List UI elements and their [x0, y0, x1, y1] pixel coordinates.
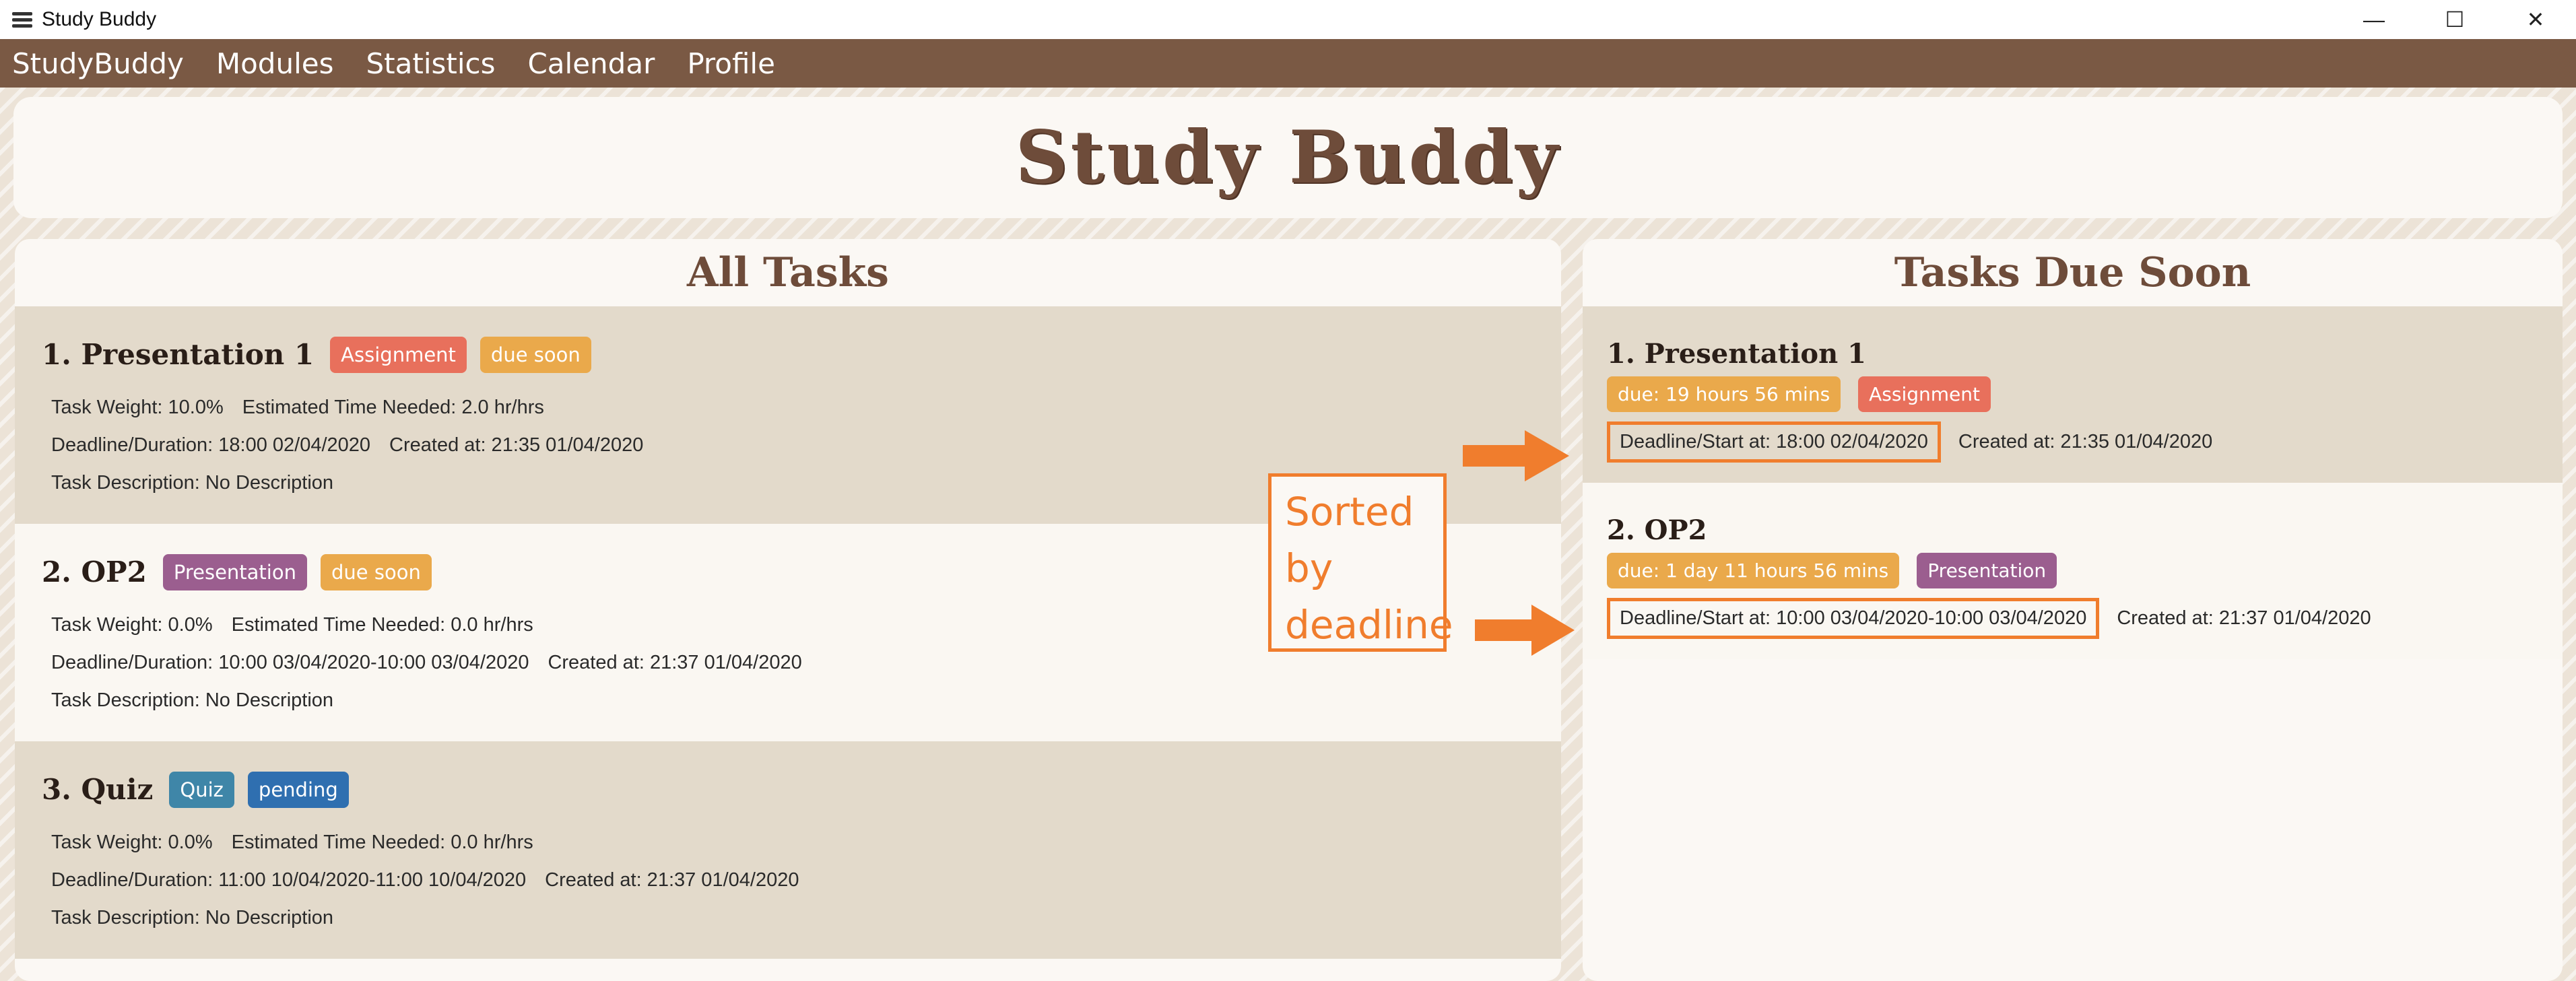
due-countdown-badge: due: 1 day 11 hours 56 mins [1607, 553, 1900, 588]
menu-bar: StudyBuddy Modules Statistics Calendar P… [0, 39, 2576, 88]
task-estimate: Estimated Time Needed: 0.0 hr/hrs [231, 614, 533, 636]
task-details: Task Weight: 0.0% Estimated Time Needed: … [42, 815, 1561, 937]
task-title-row: 1. Presentation 1 Assignment due soon [42, 306, 1561, 380]
menu-statistics[interactable]: Statistics [366, 47, 495, 80]
menu-modules[interactable]: Modules [216, 47, 334, 80]
task-title: 3. Quiz [42, 773, 154, 806]
due-soon-heading: Tasks Due Soon [1894, 249, 2251, 296]
header-card: Study Buddy [13, 97, 2563, 218]
task-card[interactable]: 3. Quiz Quiz pending Task Weight: 0.0% Es… [15, 741, 1561, 959]
menu-calendar[interactable]: Calendar [527, 47, 655, 80]
task-title-row: 2. OP2 [1607, 483, 2563, 550]
task-deadline-highlighted: Deadline/Start at: 10:00 03/04/2020-10:0… [1607, 598, 2100, 639]
task-estimate: Estimated Time Needed: 0.0 hr/hrs [231, 832, 533, 853]
due-soon-panel: Tasks Due Soon 1. Presentation 1 due: 19… [1583, 239, 2563, 981]
tag-badge: Assignment [330, 336, 467, 373]
due-task-card[interactable]: 2. OP2 due: 1 day 11 hours 56 mins Prese… [1583, 483, 2563, 659]
window-titlebar: Study Buddy — ☐ ✕ [0, 0, 2576, 39]
tag-badge: Assignment [1858, 376, 1991, 412]
badges-row: due: 19 hours 56 mins Assignment [1607, 376, 2563, 412]
window-title: Study Buddy [42, 8, 157, 30]
task-weight: Task Weight: 0.0% [51, 614, 213, 636]
task-title: 1. Presentation 1 [42, 338, 315, 371]
window-controls: — ☐ ✕ [2334, 0, 2576, 39]
annotation-arrow-icon [1463, 430, 1569, 481]
due-countdown-badge: due: 19 hours 56 mins [1607, 376, 1841, 412]
minimize-button[interactable]: — [2334, 0, 2414, 39]
task-created: Created at: 21:37 01/04/2020 [2117, 607, 2371, 629]
task-estimate: Estimated Time Needed: 2.0 hr/hrs [242, 397, 544, 418]
close-button[interactable]: ✕ [2495, 0, 2576, 39]
task-title: 2. OP2 [1607, 514, 1707, 546]
annotation-text: by [1285, 545, 1333, 591]
task-deadline: Deadline/Duration: 10:00 03/04/2020-10:0… [51, 652, 529, 673]
due-task-card[interactable]: 1. Presentation 1 due: 19 hours 56 mins … [1583, 306, 2563, 483]
tag-badge: Presentation [162, 553, 307, 590]
task-weight-row: Task Weight: 10.0% Estimated Time Needed:… [51, 388, 1561, 426]
task-title: 2. OP2 [42, 555, 147, 588]
task-title-row: 1. Presentation 1 [1607, 306, 2563, 374]
task-description: Task Description: No Description [51, 907, 334, 928]
task-title: 1. Presentation 1 [1607, 337, 1866, 370]
task-info-row: Deadline/Start at: 18:00 02/04/2020 Crea… [1607, 421, 2563, 463]
task-weight: Task Weight: 10.0% [51, 397, 224, 418]
status-badge: due soon [321, 553, 432, 590]
annotation-text: deadline [1285, 602, 1453, 648]
task-created: Created at: 21:35 01/04/2020 [389, 434, 644, 456]
task-description: Task Description: No Description [51, 689, 334, 711]
maximize-button[interactable]: ☐ [2414, 0, 2495, 39]
status-badge: pending [247, 771, 349, 808]
task-title-row: 3. Quiz Quiz pending [42, 741, 1561, 815]
menu-studybuddy[interactable]: StudyBuddy [12, 47, 184, 80]
task-deadline: Deadline/Duration: 11:00 10/04/2020-11:0… [51, 869, 527, 891]
all-tasks-heading: All Tasks [687, 249, 889, 296]
task-deadline-row: Deadline/Duration: 18:00 02/04/2020 Creat… [51, 426, 1561, 464]
annotation-arrow-icon [1475, 605, 1575, 656]
task-deadline-row: Deadline/Duration: 11:00 10/04/2020-11:0… [51, 861, 1561, 899]
task-weight: Task Weight: 0.0% [51, 832, 213, 853]
menu-profile[interactable]: Profile [687, 47, 775, 80]
annotation-text: Sorted [1285, 489, 1414, 535]
app-icon [12, 9, 32, 30]
task-deadline: Deadline/Duration: 18:00 02/04/2020 [51, 434, 371, 456]
task-created: Created at: 21:37 01/04/2020 [545, 869, 799, 891]
status-badge: due soon [480, 336, 591, 373]
task-deadline-highlighted: Deadline/Start at: 18:00 02/04/2020 [1607, 421, 1941, 463]
badges-row: due: 1 day 11 hours 56 mins Presentation [1607, 553, 2563, 588]
tag-badge: Quiz [169, 771, 234, 808]
tag-badge: Presentation [1917, 553, 2057, 588]
task-weight-row: Task Weight: 0.0% Estimated Time Needed: … [51, 823, 1561, 861]
task-created: Created at: 21:35 01/04/2020 [1958, 431, 2213, 452]
task-info-row: Deadline/Start at: 10:00 03/04/2020-10:0… [1607, 598, 2563, 639]
task-created: Created at: 21:37 01/04/2020 [548, 652, 802, 673]
brand-title: Study Buddy [1015, 115, 1561, 200]
annotation-box: Sorted by deadline [1268, 473, 1453, 652]
